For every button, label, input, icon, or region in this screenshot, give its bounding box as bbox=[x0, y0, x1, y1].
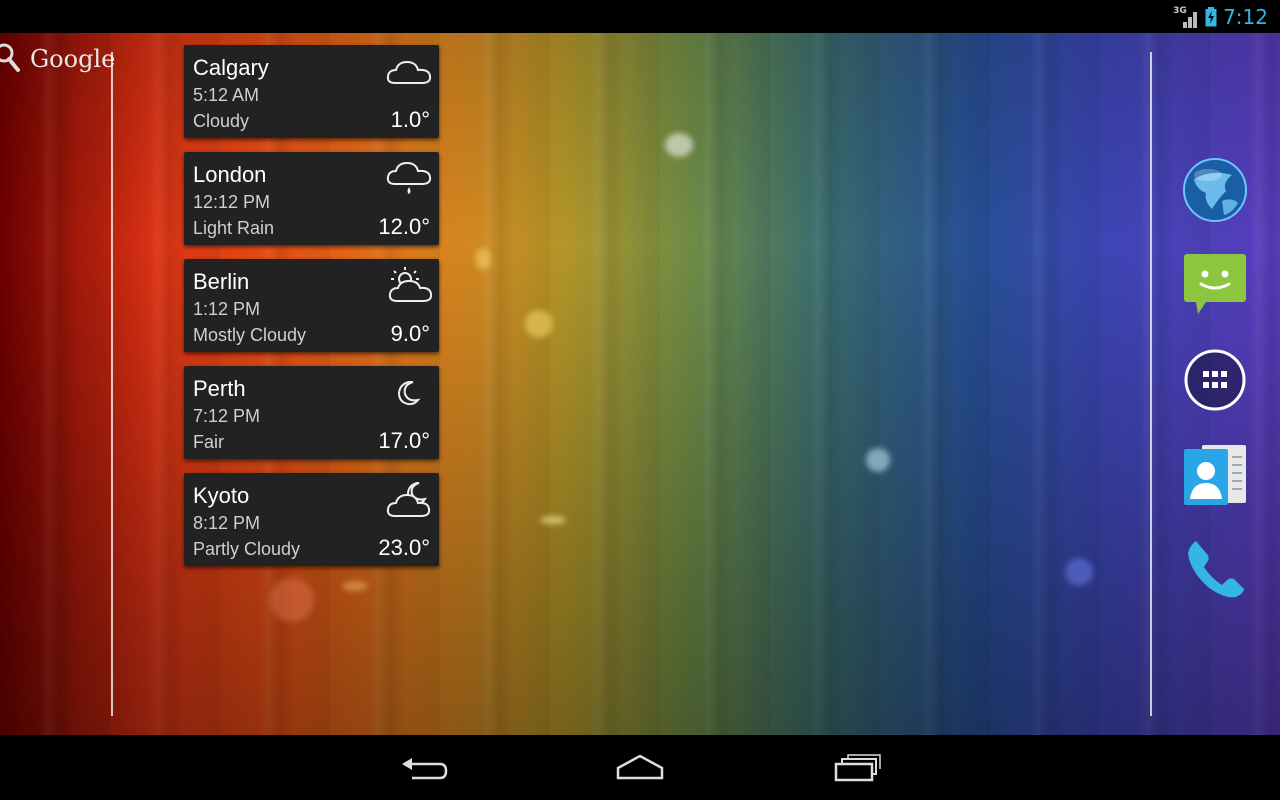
home-icon[interactable] bbox=[612, 750, 668, 784]
weather-card-kyoto[interactable]: Kyoto 8:12 PM Partly Cloudy 23.0° bbox=[184, 473, 439, 566]
local-time: 8:12 PM bbox=[193, 513, 261, 533]
city-name: Perth bbox=[193, 376, 246, 401]
weather-condition: Mostly Cloudy bbox=[193, 325, 307, 345]
city-name: Calgary bbox=[193, 55, 269, 80]
network-type: 3G bbox=[1173, 5, 1187, 16]
city-name: London bbox=[193, 162, 267, 187]
all-apps-icon[interactable] bbox=[1182, 347, 1248, 413]
local-time: 5:12 AM bbox=[193, 85, 260, 105]
rain-cloud-icon bbox=[386, 161, 432, 194]
sun-cloud-icon bbox=[388, 267, 433, 302]
battery-icon bbox=[1205, 6, 1217, 27]
contacts-icon[interactable] bbox=[1182, 443, 1248, 509]
temperature: 12.0° bbox=[378, 214, 430, 239]
back-icon[interactable] bbox=[396, 750, 452, 784]
weather-card-perth[interactable]: Perth 7:12 PM Fair 17.0° bbox=[184, 366, 439, 459]
page-edge-right bbox=[1150, 52, 1152, 716]
signal-icon: 3G bbox=[1173, 6, 1199, 28]
weather-condition: Light Rain bbox=[193, 218, 275, 238]
weather-card-calgary[interactable]: Calgary 5:12 AM Cloudy 1.0° bbox=[184, 45, 439, 138]
weather-condition: Fair bbox=[193, 432, 224, 452]
city-name: Kyoto bbox=[193, 483, 250, 508]
weather-card-berlin[interactable]: Berlin 1:12 PM Mostly Cloudy 9.0° bbox=[184, 259, 439, 352]
temperature: 1.0° bbox=[390, 107, 430, 132]
moon-icon bbox=[397, 380, 421, 406]
navigation-bar bbox=[0, 735, 1280, 800]
page-edge-left bbox=[111, 52, 113, 716]
local-time: 12:12 PM bbox=[193, 192, 271, 212]
weather-condition: Partly Cloudy bbox=[193, 539, 301, 559]
status-clock: 7:12 bbox=[1223, 4, 1268, 29]
local-time: 1:12 PM bbox=[193, 299, 261, 319]
search-icon bbox=[0, 40, 22, 78]
cloud-icon bbox=[386, 60, 432, 84]
google-label: Google bbox=[30, 45, 116, 73]
status-indicators: 3G 7:12 bbox=[1173, 0, 1268, 33]
temperature: 9.0° bbox=[390, 321, 430, 346]
weather-condition: Cloudy bbox=[193, 111, 250, 131]
recent-apps-icon[interactable] bbox=[830, 750, 886, 784]
google-search-bar[interactable]: Google bbox=[0, 40, 115, 78]
phone-icon[interactable] bbox=[1182, 537, 1248, 603]
browser-globe-icon[interactable] bbox=[1182, 157, 1248, 223]
status-bar: 3G 7:12 bbox=[0, 0, 1280, 33]
temperature: 23.0° bbox=[378, 535, 430, 560]
messaging-icon[interactable] bbox=[1182, 252, 1248, 318]
city-name: Berlin bbox=[193, 269, 250, 294]
local-time: 7:12 PM bbox=[193, 406, 261, 426]
weather-card-london[interactable]: London 12:12 PM Light Rain 12.0° bbox=[184, 152, 439, 245]
temperature: 17.0° bbox=[378, 428, 430, 453]
moon-cloud-icon bbox=[386, 482, 431, 517]
